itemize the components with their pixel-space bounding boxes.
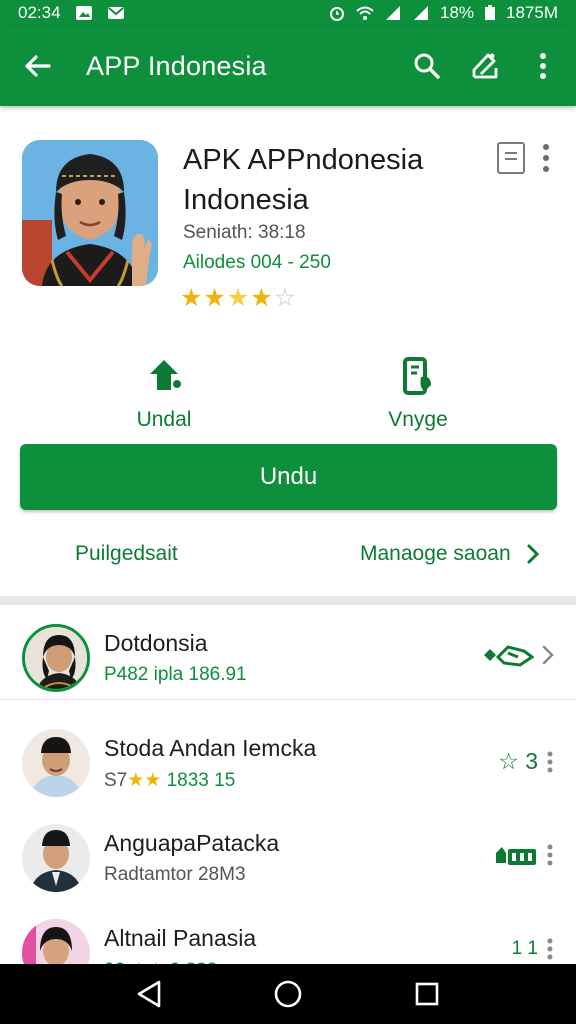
app-subtitle: Seniath: 38:18: [183, 222, 306, 243]
image-notification-icon: [75, 6, 92, 20]
list-item-name: AnguapaPatacka: [104, 830, 280, 856]
nav-recents-button[interactable]: [407, 974, 447, 1014]
wifi-icon: [356, 6, 374, 20]
signal-2-icon: [413, 6, 428, 20]
signal-icon: [385, 6, 400, 20]
status-time: 02:34: [18, 3, 61, 22]
more-dot: [543, 155, 549, 161]
list-item-trail: 1 1: [512, 938, 554, 960]
star-icon: ★: [250, 284, 273, 312]
phone-icon: [403, 357, 431, 395]
status-left: 02:34: [18, 3, 125, 23]
more-dot: [543, 166, 549, 172]
quick-action-icon-wrap: [348, 356, 488, 396]
related-apps-list: Dotdonsia P482 ipla 186.91 Stoda Andan I…: [0, 605, 576, 987]
rating-stars: ★ ★ ★ ★ ☆: [180, 284, 296, 312]
overflow-menu-button[interactable]: [524, 47, 562, 85]
badge-icon: [496, 847, 536, 865]
list-item[interactable]: Dotdonsia P482 ipla 186.91: [0, 605, 576, 700]
star-outline-icon: ☆: [273, 284, 297, 312]
circle-home-icon: [274, 980, 302, 1008]
battery-icon: [485, 5, 496, 20]
avatar: [22, 824, 90, 892]
quick-action-label: Undal: [136, 408, 192, 431]
list-item-trail-text: ☆ 3: [498, 748, 538, 774]
manage-link-label: Manaoge saoan: [360, 542, 511, 565]
app-bar: APP Indonesia: [0, 26, 576, 106]
screen: 02:34 18% 1875M APP Indonesia APK APPndo…: [0, 0, 576, 1024]
person-avatar-icon: [22, 824, 90, 892]
list-item-trail-text: 1 1: [511, 938, 538, 959]
list-item-name: Dotdonsia: [104, 630, 208, 656]
header-more-button[interactable]: [536, 144, 556, 174]
list-item-meta: S7★★ 1833 15: [104, 769, 235, 792]
battery-percent: 18%: [439, 3, 475, 22]
app-bar-actions: [408, 47, 562, 85]
avatar: [22, 624, 90, 692]
quick-action-phone[interactable]: Vnyge: [348, 356, 488, 432]
list-item-trail: [482, 643, 554, 667]
share-button[interactable]: [466, 47, 504, 85]
share-icon: [472, 53, 498, 79]
more-vert-icon[interactable]: [546, 751, 554, 773]
more-vert-icon[interactable]: [546, 844, 554, 866]
person-avatar-icon: [22, 729, 90, 797]
search-button[interactable]: [408, 47, 446, 85]
wishlist-button[interactable]: [497, 142, 525, 174]
more-vert-icon[interactable]: [546, 938, 554, 960]
triangle-back-icon: [138, 980, 161, 1008]
list-item-meta-rest: 1833 15: [166, 770, 236, 791]
avatar: [22, 729, 90, 797]
arrow-left-icon: [25, 55, 51, 77]
app-detail: Ailodes 004 - 250: [183, 252, 331, 273]
star-icon: ★: [226, 284, 250, 312]
link-left[interactable]: Puilgedsait: [75, 542, 178, 566]
status-bar: 02:34 18% 1875M: [0, 0, 576, 26]
portrait-icon: [22, 140, 158, 286]
system-nav-bar: [0, 964, 576, 1024]
chevron-right-icon: [527, 544, 539, 564]
search-icon: [414, 53, 440, 79]
quick-action-upload[interactable]: Undal: [94, 356, 234, 432]
manage-link[interactable]: Manaoge saoan: [360, 542, 539, 566]
list-item-meta: Radtamtor 28M3: [104, 864, 246, 885]
app-bar-title: APP Indonesia: [86, 50, 267, 81]
back-button[interactable]: [18, 46, 58, 86]
star-icon: ★: [203, 284, 226, 312]
mail-notification-icon: [107, 7, 124, 19]
app-name: APK APPndonesia Indonesia: [183, 144, 424, 216]
more-vert-icon: [540, 53, 546, 79]
badge-icon: [484, 645, 534, 667]
install-button[interactable]: Undu: [20, 444, 557, 510]
nav-home-button[interactable]: [268, 974, 308, 1014]
list-item-meta: P482 ipla 186.91: [104, 664, 247, 685]
list-item-trail: [494, 843, 554, 867]
list-item-name: Altnail Panasia: [104, 925, 257, 951]
row-separator: [0, 699, 576, 700]
alarm-icon: [329, 7, 344, 21]
app-header: APK APPndonesia Indonesia Seniath: 38:18…: [0, 118, 576, 598]
star-icon: ★: [180, 284, 203, 312]
list-item[interactable]: AnguapaPatacka Radtamtor 28M3: [0, 805, 576, 900]
list-item-name: Stoda Andan Iemcka: [104, 735, 317, 761]
list-item-trail: ☆ 3: [498, 748, 554, 775]
app-icon[interactable]: [22, 140, 158, 286]
list-item-meta-prefix: S7: [104, 770, 128, 791]
section-divider: [0, 596, 576, 605]
status-right: 18% 1875M: [328, 3, 558, 23]
status-clock-right: 1875M: [506, 3, 558, 22]
list-item-meta-stars: ★★: [127, 770, 162, 791]
quick-action-label: Vnyge: [388, 408, 448, 431]
chevron-right-icon: [542, 645, 554, 665]
square-recents-icon: [415, 982, 438, 1006]
upload-icon: [150, 360, 181, 390]
list-item[interactable]: Stoda Andan Iemcka S7★★ 1833 15 ☆ 3: [0, 710, 576, 805]
nav-back-button[interactable]: [129, 974, 169, 1014]
person-avatar-icon: [25, 627, 87, 689]
more-vert-icon: [543, 144, 549, 150]
quick-action-icon-wrap: [94, 356, 234, 396]
